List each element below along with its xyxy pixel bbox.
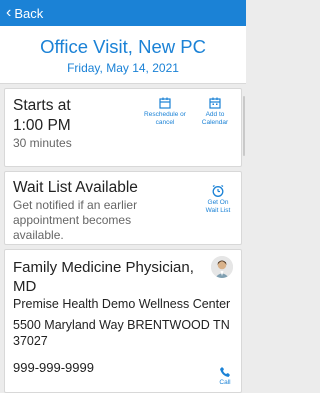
- chevron-left-icon[interactable]: ‹: [6, 5, 11, 21]
- reschedule-label: Reschedule or cancel: [144, 111, 186, 126]
- location-name: Premise Health Demo Wellness Center: [13, 297, 231, 311]
- alarm-clock-icon: [212, 184, 224, 197]
- location-address: 5500 Maryland Way BRENTWOOD TN 37027: [13, 318, 230, 348]
- wait-list-card: Wait List Available Get notified if an e…: [4, 171, 242, 245]
- provider-card: Family Medicine Physician, MD Premise He…: [4, 249, 242, 393]
- duration: 30 minutes: [13, 136, 72, 150]
- provider-avatar: [211, 256, 233, 278]
- reschedule-icon: [159, 97, 171, 109]
- get-on-wait-list-button[interactable]: Get On Wait List: [203, 184, 233, 215]
- add-to-calendar-button[interactable]: Add to Calendar: [193, 96, 237, 127]
- wait-list-description: Get notified if an earlier appointment b…: [13, 198, 138, 242]
- appointment-actions: Reschedule or cancel Add to Calendar: [143, 96, 237, 127]
- get-on-wait-list-label: Get On Wait List: [205, 199, 231, 214]
- phone-number[interactable]: 999-999-9999: [13, 360, 233, 375]
- call-label: Call: [219, 379, 231, 386]
- top-nav-bar: ‹ Back: [0, 0, 246, 26]
- appointment-date: Friday, May 14, 2021: [67, 61, 179, 75]
- wait-list-title: Wait List Available: [13, 179, 138, 196]
- add-to-calendar-label: Add to Calendar: [201, 111, 229, 126]
- back-button[interactable]: Back: [14, 6, 43, 21]
- scrollbar[interactable]: [243, 96, 245, 156]
- call-button[interactable]: Call: [219, 366, 231, 386]
- provider-specialty: Family Medicine Physician, MD: [13, 259, 194, 295]
- appointment-header: Office Visit, New PC Friday, May 14, 202…: [0, 26, 246, 84]
- start-time-card: Starts at 1:00 PM 30 minutes Reschedule …: [4, 88, 242, 167]
- reschedule-button[interactable]: Reschedule or cancel: [143, 96, 187, 127]
- calendar-icon: [209, 97, 221, 109]
- phone-icon: [220, 367, 230, 377]
- provider-photo: [211, 256, 233, 278]
- page-title: Office Visit, New PC: [40, 36, 206, 57]
